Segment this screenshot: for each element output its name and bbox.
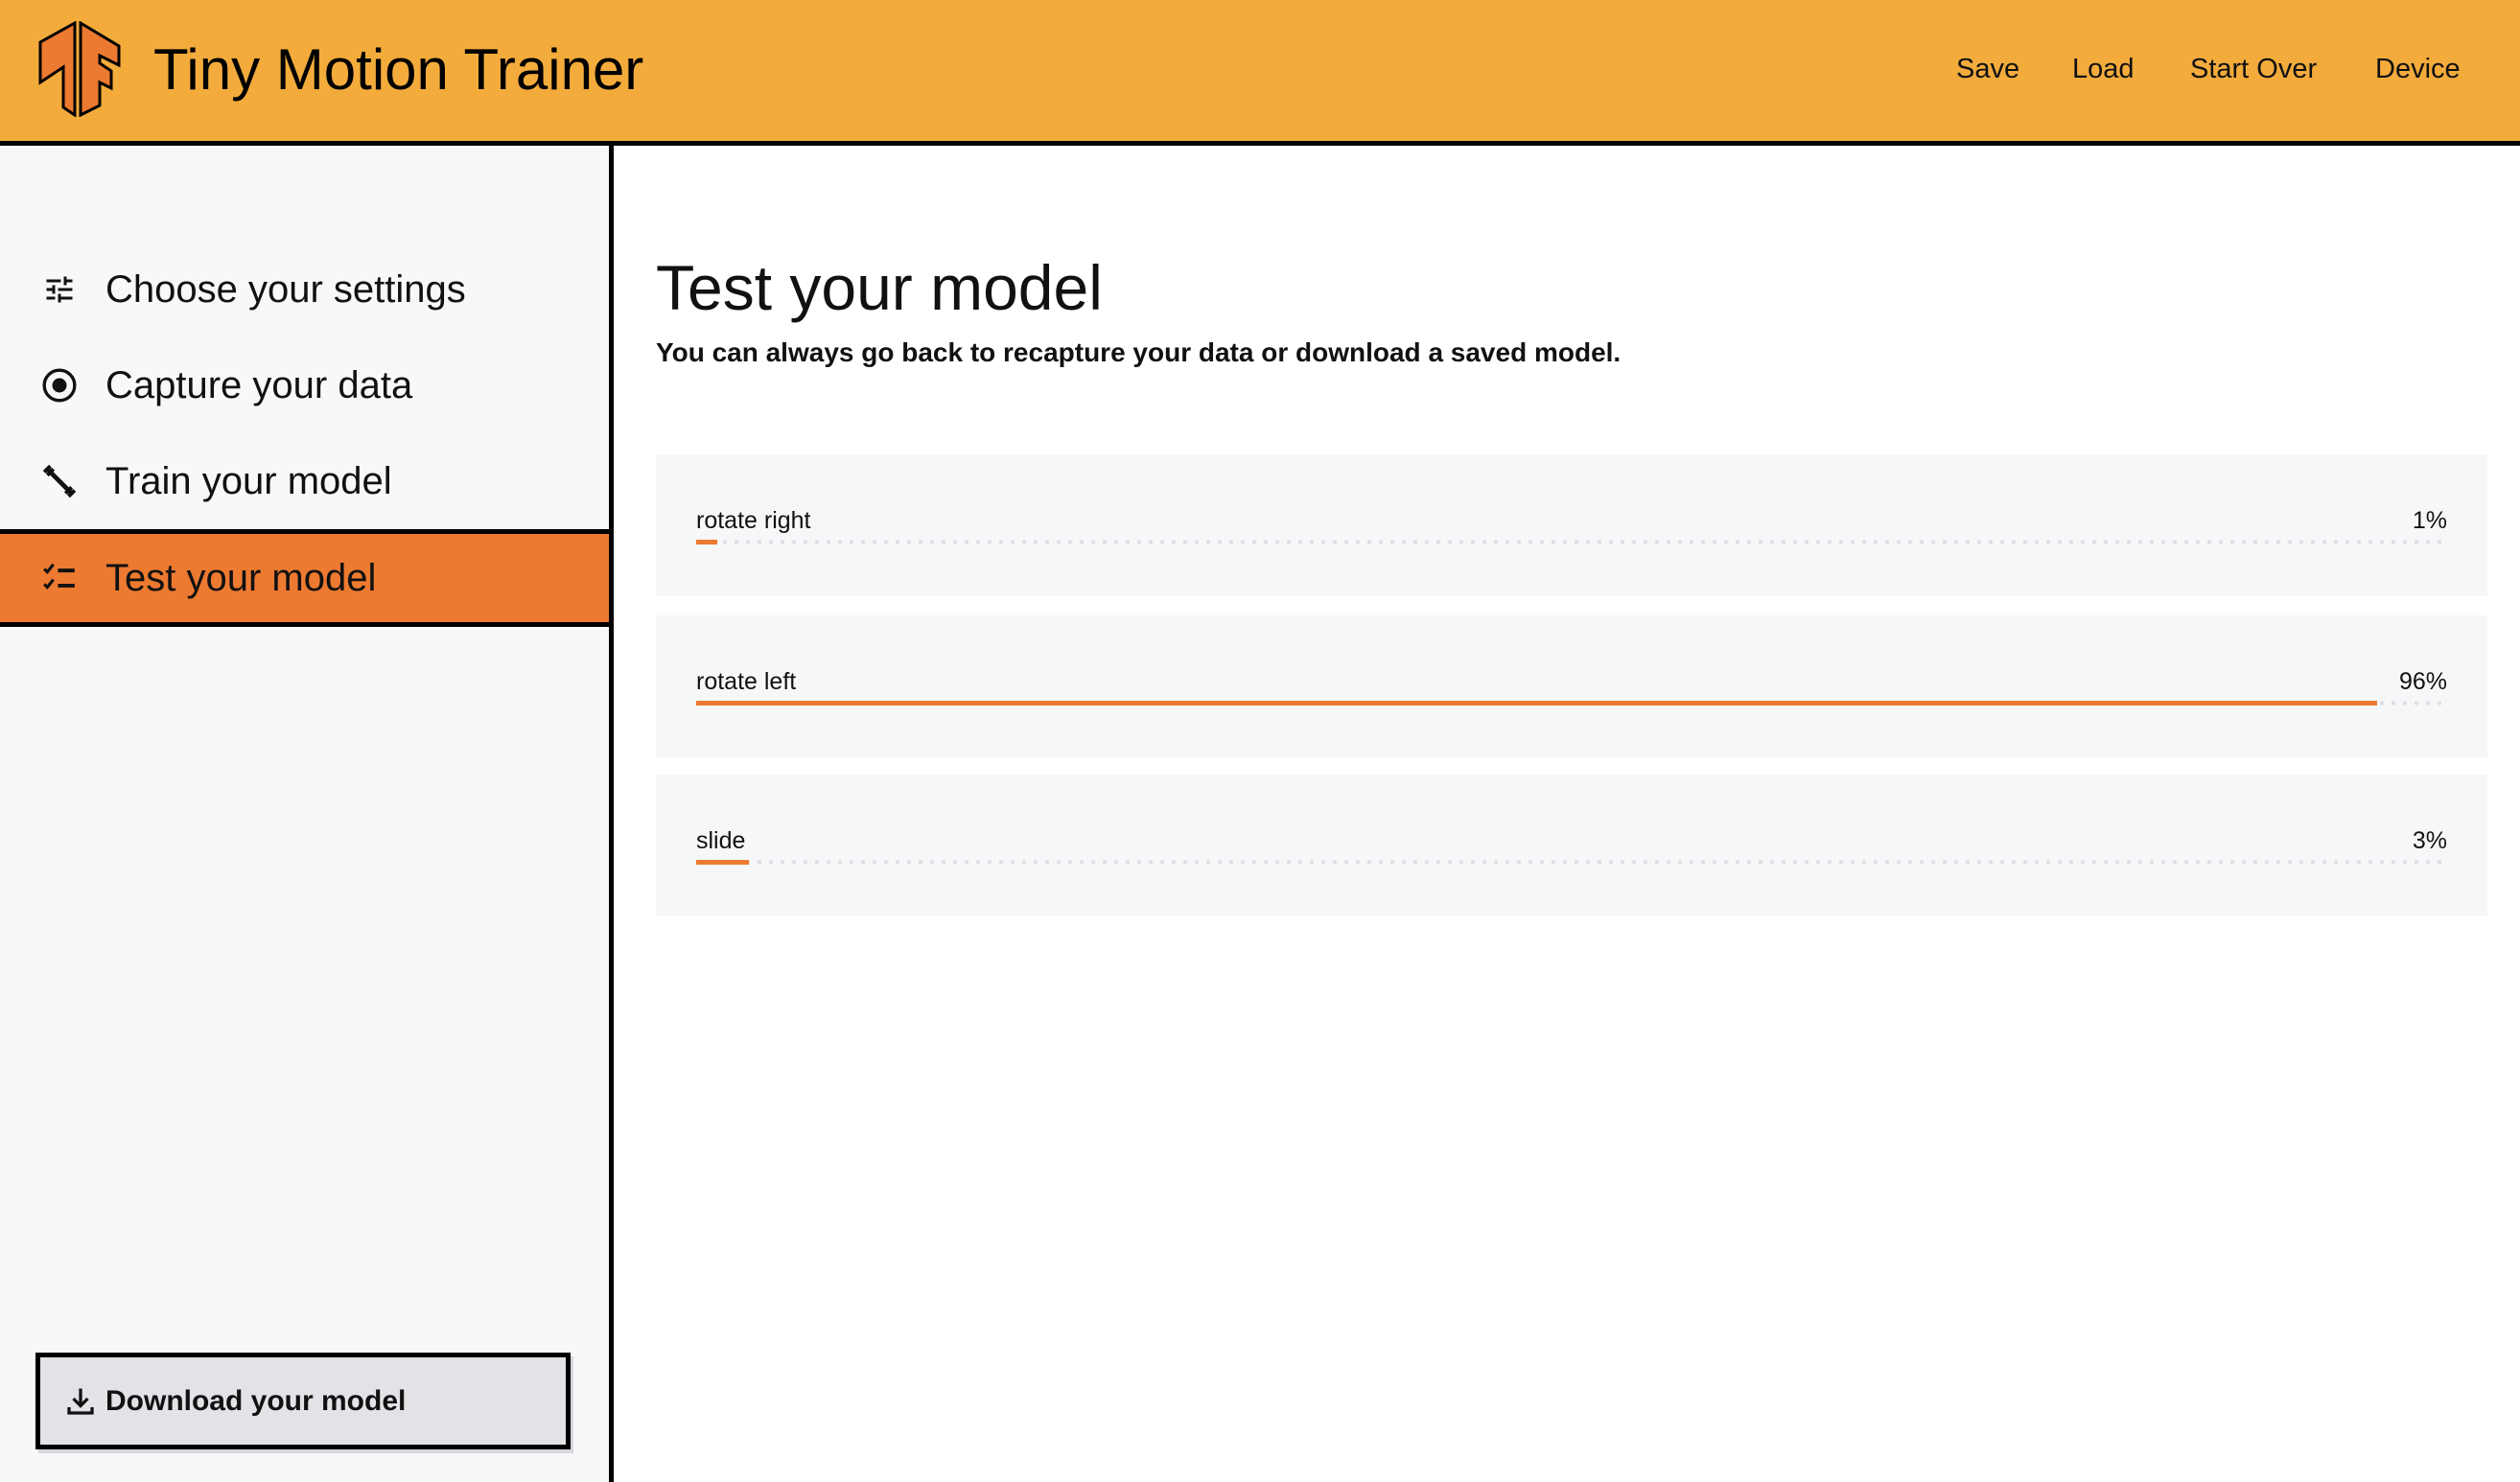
app-header: Tiny Motion Trainer Save Load Start Over… [0,0,2520,146]
download-label: Download your model [105,1384,407,1417]
page-title: Test your model [656,252,1103,323]
prediction-label: rotate right [696,507,811,534]
device-link[interactable]: Device [2375,54,2461,85]
prediction-label: rotate left [696,668,797,695]
tune-icon [38,268,81,311]
sidebar-item-capture-data[interactable]: Capture your data [0,337,609,433]
sidebar-item-train-model[interactable]: Train your model [0,433,609,529]
prediction-percent: 96% [2398,668,2447,695]
prediction-bar-track [696,701,2447,706]
save-link[interactable]: Save [1956,54,2019,85]
fitness-dumbbell-icon [38,460,81,502]
prediction-bar-track [696,540,2447,544]
prediction-card-slide: slide 3% [656,775,2487,916]
page-subtitle: You can always go back to recapture your… [656,337,1622,367]
prediction-bar-track [696,860,2447,865]
start-over-link[interactable]: Start Over [2190,54,2317,85]
prediction-card-rotate-left: rotate left 96% [656,615,2487,757]
sidebar-item-test-model[interactable]: Test your model [0,529,609,627]
download-icon [67,1388,94,1415]
prediction-percent: 3% [2412,827,2447,854]
tensorflow-logo-icon [38,21,121,117]
prediction-percent: 1% [2412,507,2447,534]
download-model-button[interactable]: Download your model [35,1353,571,1449]
prediction-bar-fill [696,860,749,865]
prediction-label: slide [696,827,746,854]
prediction-bar-fill [696,701,2377,706]
sidebar: Choose your settings Capture your data T… [0,146,614,1482]
checklist-icon [38,557,81,599]
app-title: Tiny Motion Trainer [153,37,644,102]
radio-button-icon [38,364,81,406]
load-link[interactable]: Load [2072,54,2135,85]
main-content: Test your model You can always go back t… [614,146,2520,1482]
prediction-card-rotate-right: rotate right 1% [656,454,2487,596]
sidebar-item-choose-settings[interactable]: Choose your settings [0,242,609,337]
prediction-bar-fill [696,540,717,544]
